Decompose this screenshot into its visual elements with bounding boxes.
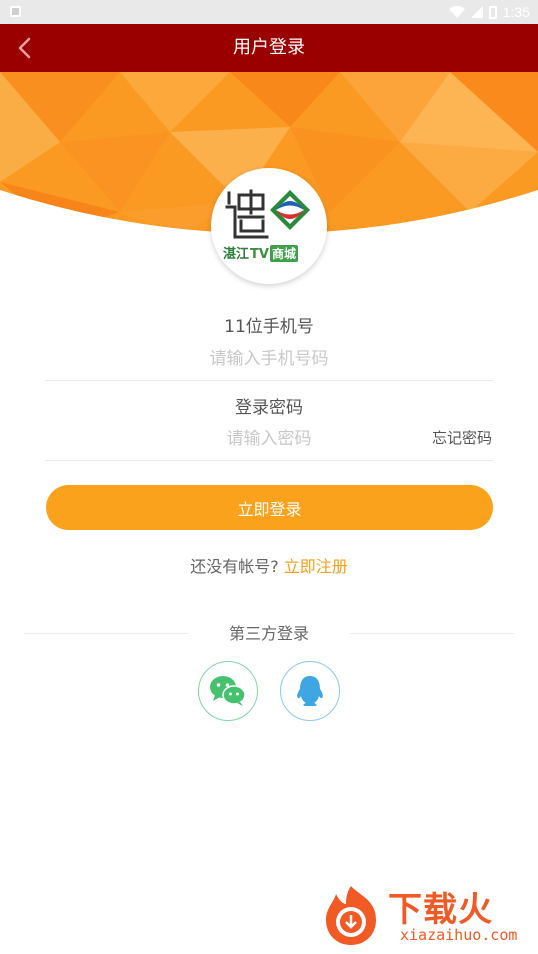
- watermark: 下载火 xiazaihuo.com: [318, 882, 534, 950]
- third-party-label: 第三方登录: [228, 624, 309, 643]
- register-link[interactable]: 立即注册: [284, 557, 348, 576]
- status-icons: 1:35: [448, 3, 530, 21]
- logo-glyph-icon: [225, 189, 269, 239]
- signal-icon: [470, 6, 483, 18]
- logo-swirl-icon: [270, 190, 310, 230]
- watermark-brand: 下载火: [388, 890, 493, 930]
- phone-label: 11位手机号: [224, 317, 314, 337]
- status-bar: 1:35: [0, 0, 538, 24]
- password-label: 登录密码: [235, 398, 303, 418]
- password-input[interactable]: [150, 422, 388, 456]
- qq-login-button[interactable]: [280, 661, 340, 721]
- phone-divider: [45, 380, 493, 381]
- logo-text-city: 湛江: [223, 247, 250, 262]
- logo-text-mall: 商城: [269, 245, 298, 262]
- qq-icon: [297, 676, 323, 706]
- notification-icon: [10, 6, 21, 17]
- wechat-login-button[interactable]: [198, 661, 258, 721]
- page-title: 用户登录: [233, 37, 305, 58]
- third-party-section: 第三方登录: [24, 620, 514, 644]
- wifi-icon: [448, 6, 465, 18]
- forgot-password-link[interactable]: 忘记密码: [432, 427, 492, 448]
- app-logo: 湛江 TV 商城: [211, 168, 327, 284]
- watermark-url: xiazaihuo.com: [400, 926, 518, 944]
- flame-logo-icon: [326, 886, 376, 945]
- login-button[interactable]: 立即登录: [46, 485, 493, 530]
- battery-icon: [488, 5, 497, 19]
- logo-mark: 湛江 TV 商城: [221, 181, 317, 271]
- title-bar: 用户登录: [0, 24, 538, 72]
- logo-text: 湛江 TV 商城: [223, 243, 317, 262]
- register-question: 还没有帐号?: [190, 557, 279, 576]
- register-row: 还没有帐号? 立即注册: [0, 553, 538, 577]
- phone-input[interactable]: [100, 342, 438, 376]
- divider-right: [350, 633, 514, 634]
- status-time: 1:35: [502, 4, 530, 20]
- logo-text-tv: TV: [250, 247, 269, 262]
- password-divider: [45, 460, 493, 461]
- wechat-icon: [210, 676, 246, 706]
